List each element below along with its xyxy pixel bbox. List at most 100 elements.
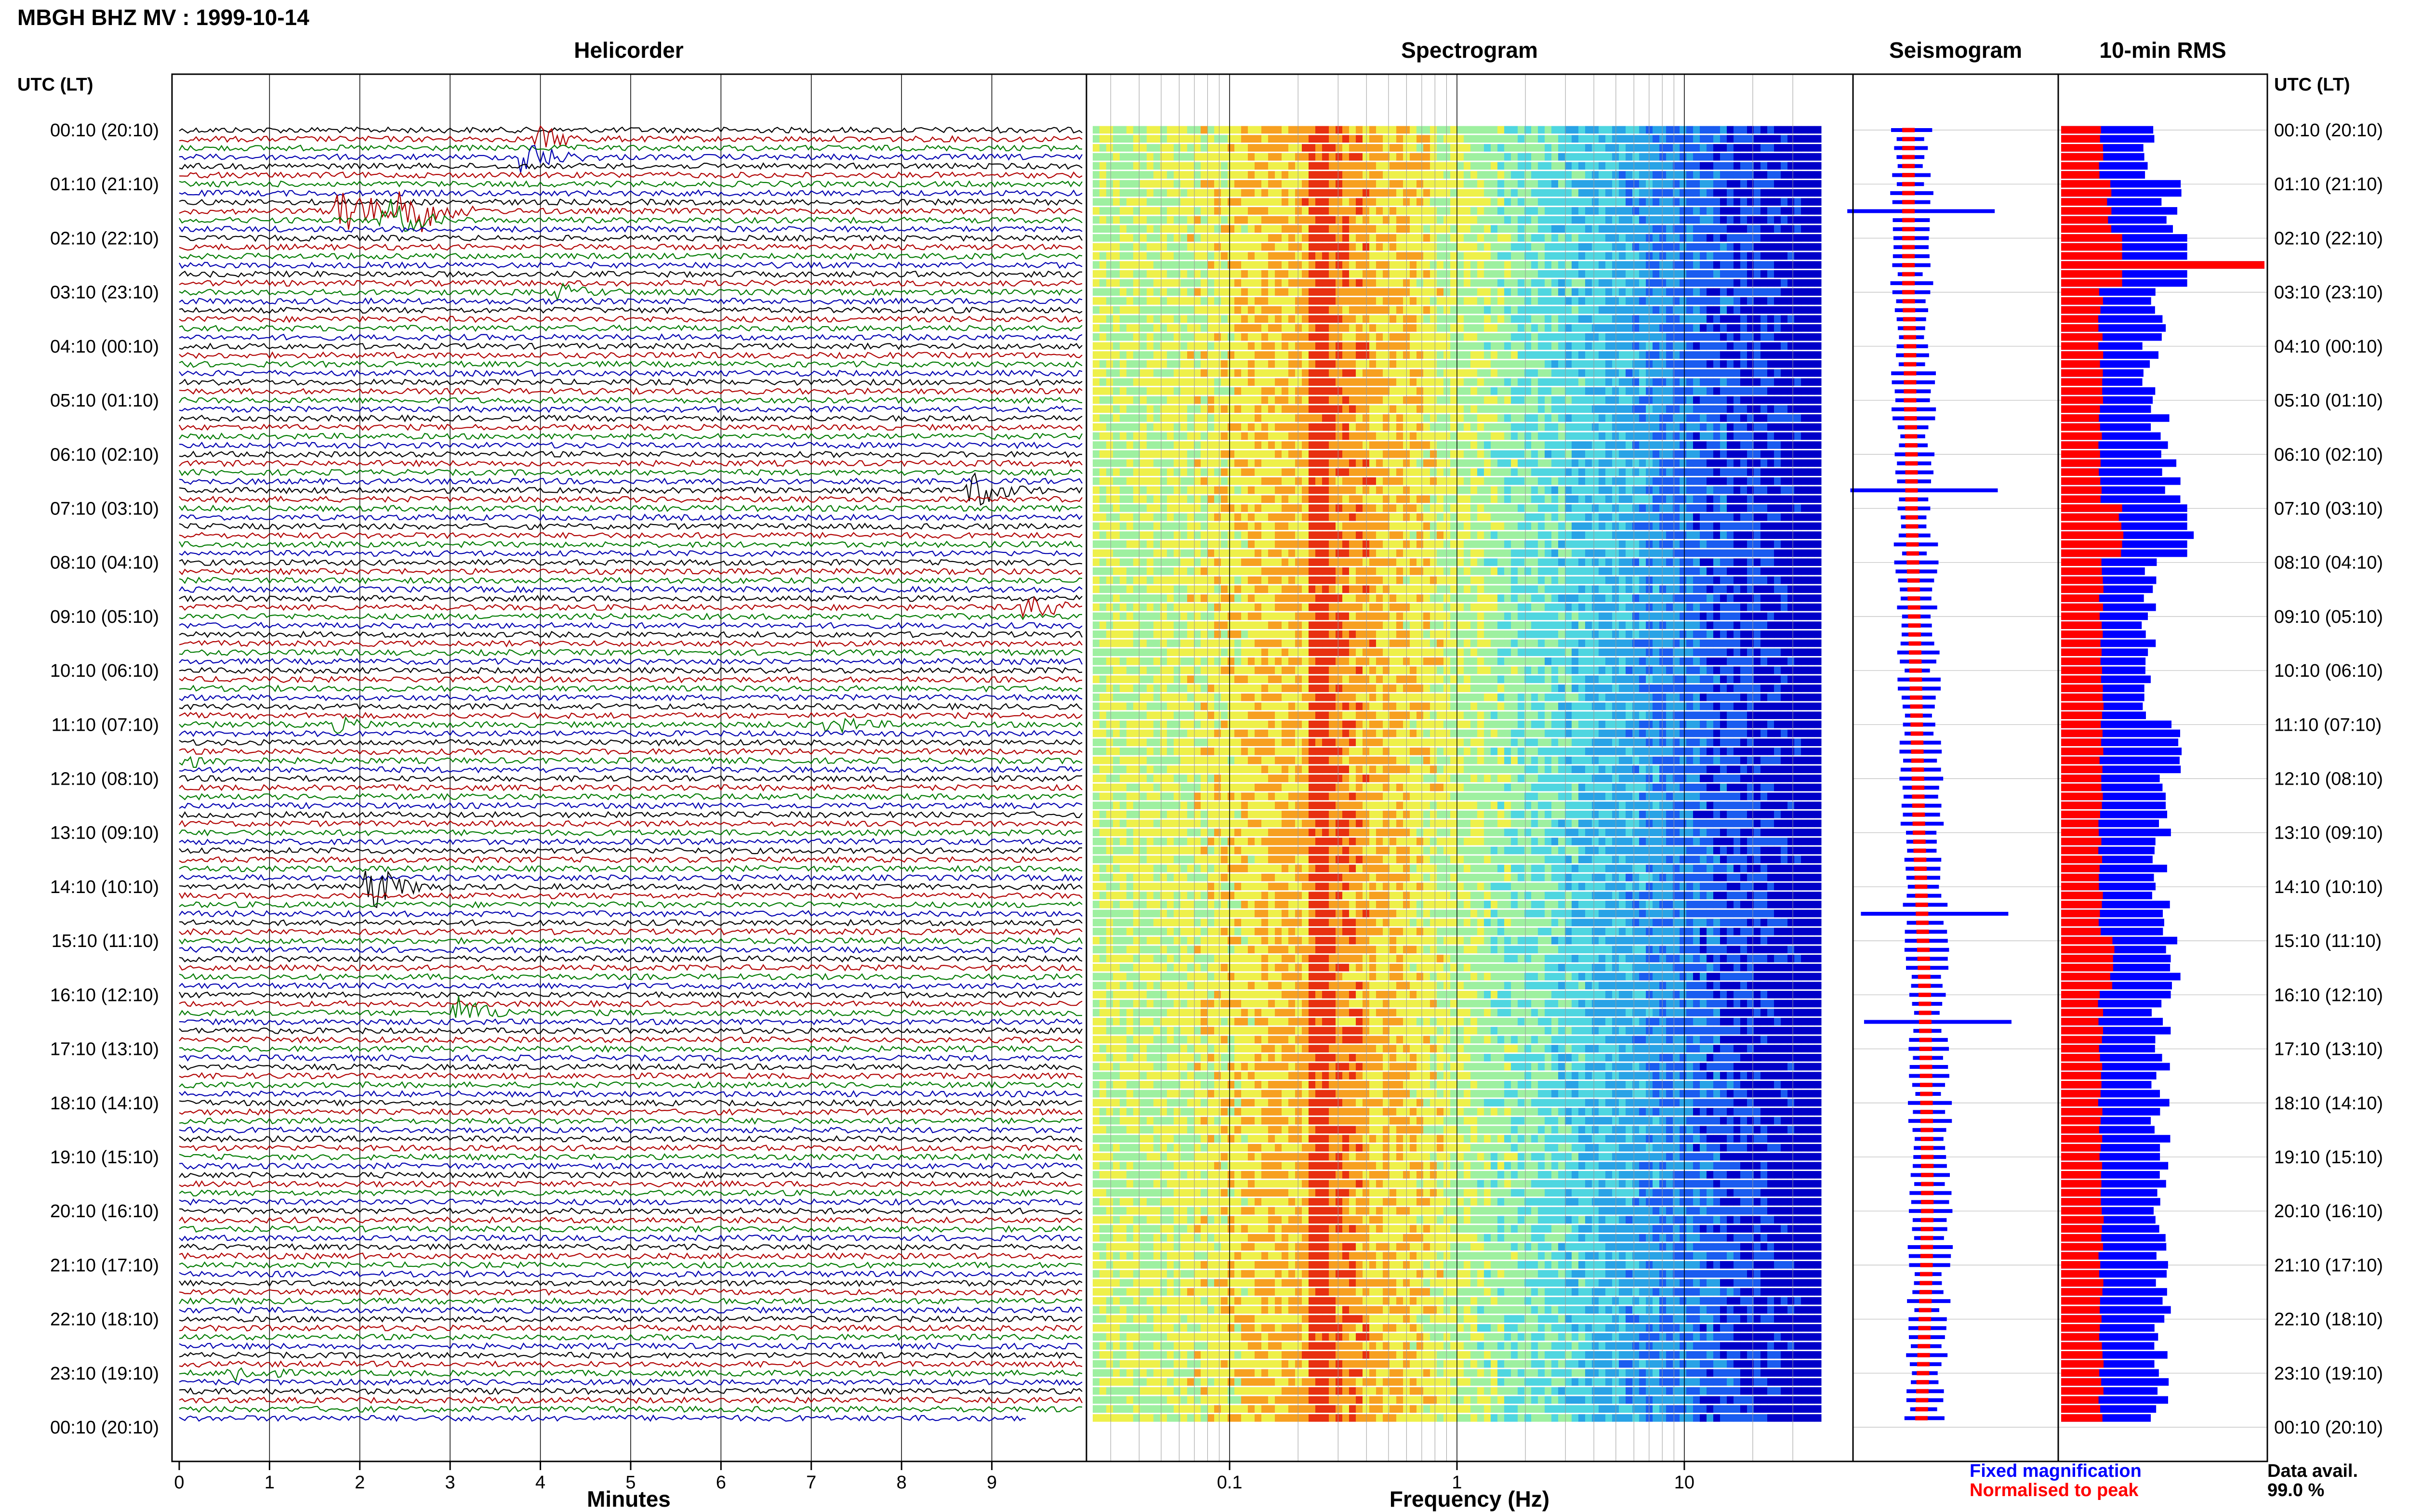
spectrogram-cell (1814, 270, 1822, 278)
spectrogram-cell (1126, 423, 1134, 431)
spectrogram-cell (1653, 441, 1660, 449)
spectrogram-cell (1093, 288, 1100, 296)
spectrogram-cell (1423, 387, 1430, 395)
spectrogram-cell (1491, 306, 1498, 314)
spectrogram-cell (1518, 135, 1525, 143)
spectrogram-cell (1437, 171, 1444, 179)
spectrogram-cell (1619, 153, 1626, 161)
spectrogram-cell (1450, 162, 1457, 170)
spectrogram-cell (1457, 261, 1464, 269)
spectrogram-cell (1099, 243, 1107, 251)
spectrogram-cell (1322, 279, 1329, 287)
spectrogram-cell (1309, 162, 1316, 170)
spectrogram-cell (1464, 171, 1471, 179)
spectrogram-cell (1693, 189, 1700, 197)
spectrogram-cell (1093, 387, 1100, 395)
spectrogram-cell (1713, 144, 1721, 152)
spectrogram-cell (1754, 369, 1761, 377)
spectrogram-cell (1801, 180, 1808, 188)
spectrogram-cell (1228, 306, 1235, 314)
spectrogram-cell (1605, 144, 1613, 152)
spectrogram-cell (1126, 351, 1134, 359)
spectrogram-cell (1558, 234, 1565, 242)
spectrogram-cell (1605, 405, 1613, 413)
spectrogram-cell (1268, 378, 1275, 386)
spectrogram-cell (1740, 396, 1747, 404)
spectrogram-cell (1504, 297, 1511, 305)
spectrogram-cell (1754, 207, 1761, 215)
spectrogram-cell (1734, 468, 1741, 476)
spectrogram-cell (1700, 405, 1707, 413)
spectrogram-cell (1329, 504, 1336, 512)
spectrogram-cell (1430, 450, 1437, 458)
spectrogram-cell (1282, 477, 1289, 485)
spectrogram-cell (1592, 504, 1599, 512)
spectrogram-cell (1781, 216, 1788, 224)
spectrogram-cell (1639, 261, 1646, 269)
spectrogram-cell (1315, 333, 1323, 341)
spectrogram-cell (1153, 342, 1161, 350)
spectrogram-cell (1369, 342, 1377, 350)
spectrogram-cell (1740, 306, 1747, 314)
spectrogram-cell (1309, 171, 1316, 179)
spectrogram-cell (1147, 405, 1154, 413)
spectrogram-cell (1531, 162, 1538, 170)
spectrogram-cell (1470, 135, 1478, 143)
spectrogram-cell (1221, 261, 1228, 269)
spectrogram-cell (1315, 198, 1323, 206)
spectrogram-cell (1619, 306, 1626, 314)
spectrogram-cell (1599, 360, 1606, 368)
spectrogram-cell (1639, 477, 1646, 485)
spectrogram-cell (1592, 306, 1599, 314)
spectrogram-cell (1221, 450, 1228, 458)
spectrogram-cell (1093, 198, 1100, 206)
spectrogram-cell (1430, 486, 1437, 494)
spectrogram-cell (1518, 378, 1525, 386)
spectrogram-cell (1126, 162, 1134, 170)
spectrogram-cell (1484, 495, 1491, 503)
spectrogram-cell (1612, 162, 1619, 170)
spectrogram-cell (1707, 351, 1714, 359)
spectrogram-cell (1659, 225, 1667, 233)
spectrogram-cell (1491, 333, 1498, 341)
spectrogram-cell (1781, 135, 1788, 143)
spectrogram-cell (1450, 288, 1457, 296)
spectrogram-cell (1680, 225, 1687, 233)
spectrogram-cell (1787, 225, 1795, 233)
spectrogram-cell (1612, 297, 1619, 305)
spectrogram-cell (1801, 216, 1808, 224)
spectrogram-cell (1700, 495, 1707, 503)
spectrogram-cell (1268, 135, 1275, 143)
spectrogram-cell (1349, 216, 1356, 224)
spectrogram-cell (1774, 180, 1781, 188)
spectrogram-cell (1093, 225, 1100, 233)
spectrogram-cell (1126, 360, 1134, 368)
spectrogram-cell (1497, 216, 1505, 224)
spectrogram-cell (1167, 189, 1174, 197)
spectrogram-cell (1707, 477, 1714, 485)
spectrogram-cell (1113, 135, 1120, 143)
spectrogram-cell (1464, 324, 1471, 332)
spectrogram-cell (1619, 351, 1626, 359)
spectrogram-cell (1605, 441, 1613, 449)
spectrogram-cell (1760, 126, 1768, 134)
spectrogram-cell (1727, 180, 1734, 188)
spectrogram-cell (1464, 306, 1471, 314)
spectrogram-cell (1261, 396, 1269, 404)
spectrogram-cell (1680, 342, 1687, 350)
spectrogram-cell (1497, 234, 1505, 242)
spectrogram-cell (1626, 288, 1633, 296)
spectrogram-cell (1396, 153, 1403, 161)
spectrogram-cell (1497, 126, 1505, 134)
spectrogram-cell (1363, 225, 1370, 233)
spectrogram-cell (1410, 198, 1417, 206)
spectrogram-cell (1261, 459, 1269, 467)
spectrogram-cell (1187, 414, 1194, 422)
spectrogram-cell (1376, 387, 1383, 395)
spectrogram-cell (1626, 243, 1633, 251)
spectrogram-cell (1558, 207, 1565, 215)
spectrogram-cell (1369, 486, 1377, 494)
spectrogram-cell (1450, 405, 1457, 413)
spectrogram-cell (1740, 126, 1747, 134)
spectrogram-cell (1612, 216, 1619, 224)
